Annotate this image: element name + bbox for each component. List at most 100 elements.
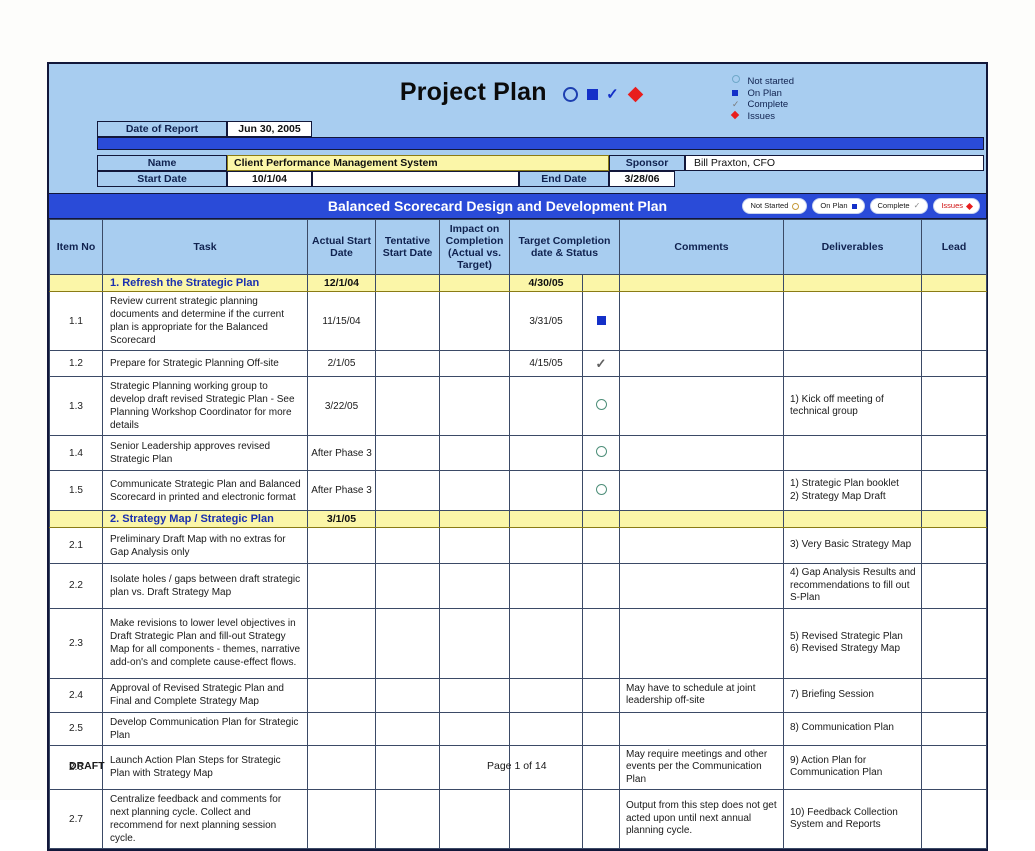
row-lead[interactable] [921, 435, 987, 471]
row-deliverables[interactable]: 10) Feedback Collection System and Repor… [783, 789, 922, 849]
row-impact-on-completion[interactable] [439, 711, 510, 746]
row-tentative-start-date[interactable] [375, 376, 440, 436]
row-task: Prepare for Strategic Planning Off-site [102, 350, 308, 377]
row-comments[interactable] [619, 435, 784, 471]
row-target-date[interactable] [509, 470, 583, 511]
row-actual-start-date[interactable]: 11/15/04 [307, 291, 376, 351]
end-date-value[interactable]: 3/28/06 [609, 171, 675, 187]
row-deliverables[interactable]: 7) Briefing Session [783, 677, 922, 713]
row-impact-on-completion[interactable] [439, 527, 510, 564]
row-target-date[interactable] [509, 607, 583, 679]
row-status-cell[interactable] [582, 470, 620, 511]
row-lead[interactable] [921, 291, 987, 351]
row-impact-on-completion[interactable] [439, 677, 510, 713]
row-impact-on-completion[interactable] [439, 563, 510, 609]
row-lead[interactable] [921, 350, 987, 377]
row-target-date[interactable]: 3/31/05 [509, 291, 583, 351]
row-tentative-start-date[interactable] [375, 350, 440, 377]
row-impact-on-completion[interactable] [439, 376, 510, 436]
row-lead[interactable] [921, 563, 987, 609]
row-actual-start-date[interactable] [307, 563, 376, 609]
row-impact-on-completion[interactable] [439, 350, 510, 377]
row-status-cell[interactable] [582, 291, 620, 351]
row-status-cell[interactable] [582, 435, 620, 471]
row-lead[interactable] [921, 711, 987, 746]
row-tentative-start-date[interactable] [375, 789, 440, 849]
row-target-date[interactable] [509, 527, 583, 564]
name-value[interactable]: Client Performance Management System [227, 155, 609, 171]
row-status-cell[interactable] [582, 789, 620, 849]
row-deliverables[interactable]: 4) Gap Analysis Results and recommendati… [783, 563, 922, 609]
row-tentative-start-date[interactable] [375, 291, 440, 351]
row-lead[interactable] [921, 789, 987, 849]
row-actual-start-date[interactable]: 2/1/05 [307, 350, 376, 377]
row-status-cell[interactable] [582, 607, 620, 679]
row-lead[interactable] [921, 470, 987, 511]
row-comments[interactable]: Output from this step does not get acted… [619, 789, 784, 849]
row-comments[interactable] [619, 711, 784, 746]
row-comments[interactable] [619, 607, 784, 679]
row-target-date[interactable] [509, 789, 583, 849]
row-comments[interactable] [619, 470, 784, 511]
pill-complete[interactable]: Complete ✓ [869, 198, 929, 214]
row-status-cell[interactable]: ✓ [582, 350, 620, 377]
start-date-value[interactable]: 10/1/04 [227, 171, 312, 187]
row-status-cell[interactable] [582, 527, 620, 564]
row-deliverables[interactable]: 1) Kick off meeting of technical group [783, 376, 922, 436]
row-actual-start-date[interactable] [307, 527, 376, 564]
row-actual-start-date[interactable] [307, 607, 376, 679]
row-tentative-start-date[interactable] [375, 563, 440, 609]
row-actual-start-date[interactable]: 3/22/05 [307, 376, 376, 436]
row-deliverables[interactable]: 1) Strategic Plan booklet 2) Strategy Map… [783, 470, 922, 511]
row-lead[interactable] [921, 607, 987, 679]
sponsor-value[interactable]: Bill Praxton, CFO [685, 155, 984, 171]
row-impact-on-completion[interactable] [439, 789, 510, 849]
row-comments[interactable] [619, 527, 784, 564]
header-target-completion: Target Completion date & Status [509, 219, 620, 275]
row-deliverables[interactable] [783, 291, 922, 351]
row-impact-on-completion[interactable] [439, 435, 510, 471]
row-status-cell[interactable] [582, 711, 620, 746]
row-deliverables[interactable]: 3) Very Basic Strategy Map [783, 527, 922, 564]
row-status-cell[interactable] [582, 563, 620, 609]
row-deliverables[interactable]: 5) Revised Strategic Plan 6) Revised Stra… [783, 607, 922, 679]
row-target-date[interactable]: 4/15/05 [509, 350, 583, 377]
pill-not-started[interactable]: Not Started [742, 198, 808, 214]
row-target-date[interactable] [509, 677, 583, 713]
row-lead[interactable] [921, 376, 987, 436]
row-actual-start-date[interactable]: After Phase 3 [307, 435, 376, 471]
row-impact-on-completion[interactable] [439, 470, 510, 511]
row-actual-start-date[interactable]: After Phase 3 [307, 470, 376, 511]
row-target-date[interactable] [509, 435, 583, 471]
row-tentative-start-date[interactable] [375, 470, 440, 511]
row-impact-on-completion[interactable] [439, 291, 510, 351]
pill-on-plan[interactable]: On Plan [812, 198, 865, 214]
row-comments[interactable]: May have to schedule at joint leadership… [619, 677, 784, 713]
row-deliverables[interactable]: 8) Communication Plan [783, 711, 922, 746]
row-comments[interactable] [619, 376, 784, 436]
title-block: Project Plan ✓ [49, 78, 986, 107]
row-target-date[interactable] [509, 711, 583, 746]
row-comments[interactable] [619, 350, 784, 377]
row-status-cell[interactable] [582, 376, 620, 436]
row-target-date[interactable] [509, 563, 583, 609]
row-target-date[interactable] [509, 376, 583, 436]
row-lead[interactable] [921, 527, 987, 564]
row-tentative-start-date[interactable] [375, 527, 440, 564]
row-tentative-start-date[interactable] [375, 607, 440, 679]
row-status-cell[interactable] [582, 677, 620, 713]
row-actual-start-date[interactable] [307, 711, 376, 746]
row-actual-start-date[interactable] [307, 677, 376, 713]
row-impact-on-completion[interactable] [439, 607, 510, 679]
pill-issues[interactable]: Issues [933, 198, 980, 214]
row-deliverables[interactable] [783, 435, 922, 471]
row-lead[interactable] [921, 677, 987, 713]
row-actual-start-date[interactable] [307, 789, 376, 849]
row-tentative-start-date[interactable] [375, 435, 440, 471]
row-comments[interactable] [619, 563, 784, 609]
row-deliverables[interactable] [783, 350, 922, 377]
row-tentative-start-date[interactable] [375, 711, 440, 746]
date-of-report-value[interactable]: Jun 30, 2005 [227, 121, 312, 137]
row-tentative-start-date[interactable] [375, 677, 440, 713]
row-comments[interactable] [619, 291, 784, 351]
